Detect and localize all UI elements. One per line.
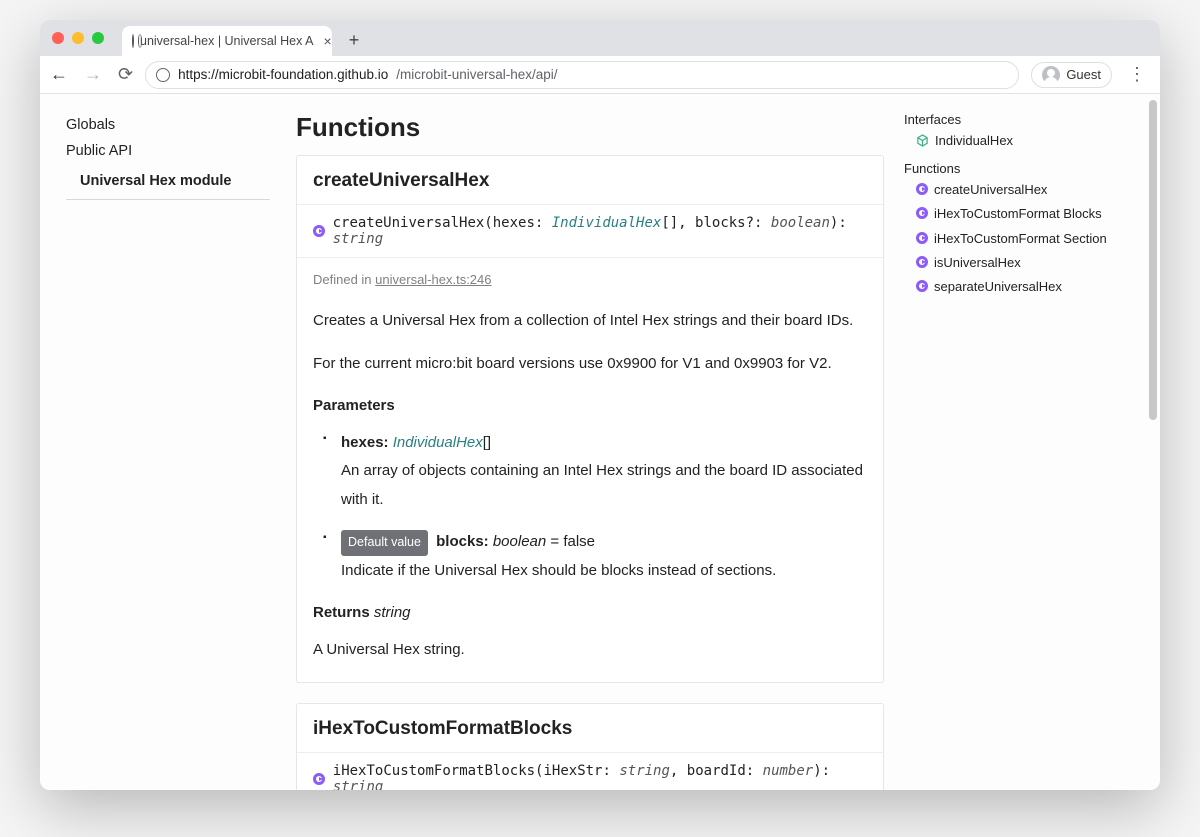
function-signature: createUniversalHex(hexes: IndividualHex[… <box>297 204 883 258</box>
browser-titlebar: universal-hex | Universal Hex A × + <box>40 20 1160 56</box>
tab-title: universal-hex | Universal Hex A <box>140 34 313 48</box>
function-icon <box>916 280 928 292</box>
window-controls <box>52 32 104 44</box>
browser-menu-button[interactable]: ⋮ <box>1124 64 1150 85</box>
nav-controls: ← → ⟳ <box>50 64 133 85</box>
right-nav-fn-separateuniversalhex[interactable]: separateUniversalHex <box>904 275 1112 299</box>
url-path: /microbit-universal-hex/api/ <box>396 67 557 82</box>
right-nav-interface-individualhex[interactable]: IndividualHex <box>904 129 1112 153</box>
function-panel-create-universal-hex: createUniversalHex createUniversalHex(he… <box>296 155 884 683</box>
url-host: https://microbit-foundation.github.io <box>178 67 388 82</box>
functions-heading: Functions <box>904 159 1112 178</box>
back-button[interactable]: ← <box>50 64 68 85</box>
right-nav-fn-isuniversalhex[interactable]: isUniversalHex <box>904 251 1112 275</box>
description: Creates a Universal Hex from a collectio… <box>313 307 867 336</box>
function-title: iHexToCustomFormatBlocks <box>297 704 883 752</box>
function-icon <box>916 232 928 244</box>
function-icon <box>916 183 928 195</box>
parameter: Default value blocks: boolean = false In… <box>327 528 867 585</box>
function-signature: iHexToCustomFormatBlocks(iHexStr: string… <box>297 752 883 790</box>
description: For the current micro:bit board versions… <box>313 350 867 379</box>
forward-button: → <box>84 64 102 85</box>
browser-window: universal-hex | Universal Hex A × + ← → … <box>40 20 1160 790</box>
function-icon <box>313 773 325 785</box>
page: Globals Public API Universal Hex module … <box>40 94 1160 790</box>
right-nav-fn-create-universal-hex[interactable]: createUniversalHex <box>904 178 1112 202</box>
scrollbar-thumb[interactable] <box>1149 100 1157 420</box>
defined-in: Defined in universal-hex.ts:246 <box>297 258 883 289</box>
address-bar[interactable]: https://microbit-foundation.github.io/mi… <box>145 61 1019 89</box>
right-nav-fn-ihextocustomformat-section[interactable]: iHexToCustomFormat Section <box>904 227 1112 251</box>
function-panel-ihex-to-custom-format-blocks: iHexToCustomFormatBlocks iHexToCustomFor… <box>296 703 884 790</box>
reload-button[interactable]: ⟳ <box>118 64 133 85</box>
sidebar-item-universal-hex-module[interactable]: Universal Hex module <box>66 168 270 200</box>
interface-icon <box>916 134 929 147</box>
right-sidebar: Interfaces IndividualHex Functions creat… <box>900 94 1120 790</box>
parameter-description: Indicate if the Universal Hex should be … <box>341 557 867 586</box>
minimize-window-icon[interactable] <box>72 32 84 44</box>
globe-icon <box>132 34 134 48</box>
close-window-icon[interactable] <box>52 32 64 44</box>
sidebar-item-public-api[interactable]: Public API <box>66 138 270 164</box>
maximize-window-icon[interactable] <box>92 32 104 44</box>
returns-heading: Returns string <box>313 599 867 628</box>
right-nav-fn-ihextocustomformat-blocks[interactable]: iHexToCustomFormat Blocks <box>904 202 1112 226</box>
sidebar-item-globals[interactable]: Globals <box>66 112 270 138</box>
close-tab-icon[interactable]: × <box>323 33 331 49</box>
function-icon <box>313 225 325 237</box>
interfaces-heading: Interfaces <box>904 110 1112 129</box>
avatar-icon <box>1042 66 1060 84</box>
main-content: Functions createUniversalHex createUnive… <box>280 94 900 790</box>
browser-toolbar: ← → ⟳ https://microbit-foundation.github… <box>40 56 1160 94</box>
function-icon <box>916 256 928 268</box>
function-icon <box>916 207 928 219</box>
function-title: createUniversalHex <box>297 156 883 204</box>
profile-button[interactable]: Guest <box>1031 62 1112 88</box>
left-sidebar: Globals Public API Universal Hex module <box>40 94 280 790</box>
parameters-heading: Parameters <box>313 392 867 421</box>
parameter-description: An array of objects containing an Intel … <box>341 457 867 514</box>
section-heading: Functions <box>296 108 884 155</box>
scrollbar[interactable] <box>1147 96 1159 790</box>
returns-description: A Universal Hex string. <box>313 636 867 665</box>
default-value-badge: Default value <box>341 530 428 556</box>
browser-tab[interactable]: universal-hex | Universal Hex A × <box>122 26 332 56</box>
profile-label: Guest <box>1066 67 1101 82</box>
function-body: Creates a Universal Hex from a collectio… <box>297 289 883 682</box>
parameter: hexes: IndividualHex[] An array of objec… <box>327 429 867 515</box>
source-link[interactable]: universal-hex.ts:246 <box>375 272 491 287</box>
site-info-icon[interactable] <box>156 68 170 82</box>
new-tab-button[interactable]: + <box>340 26 368 54</box>
